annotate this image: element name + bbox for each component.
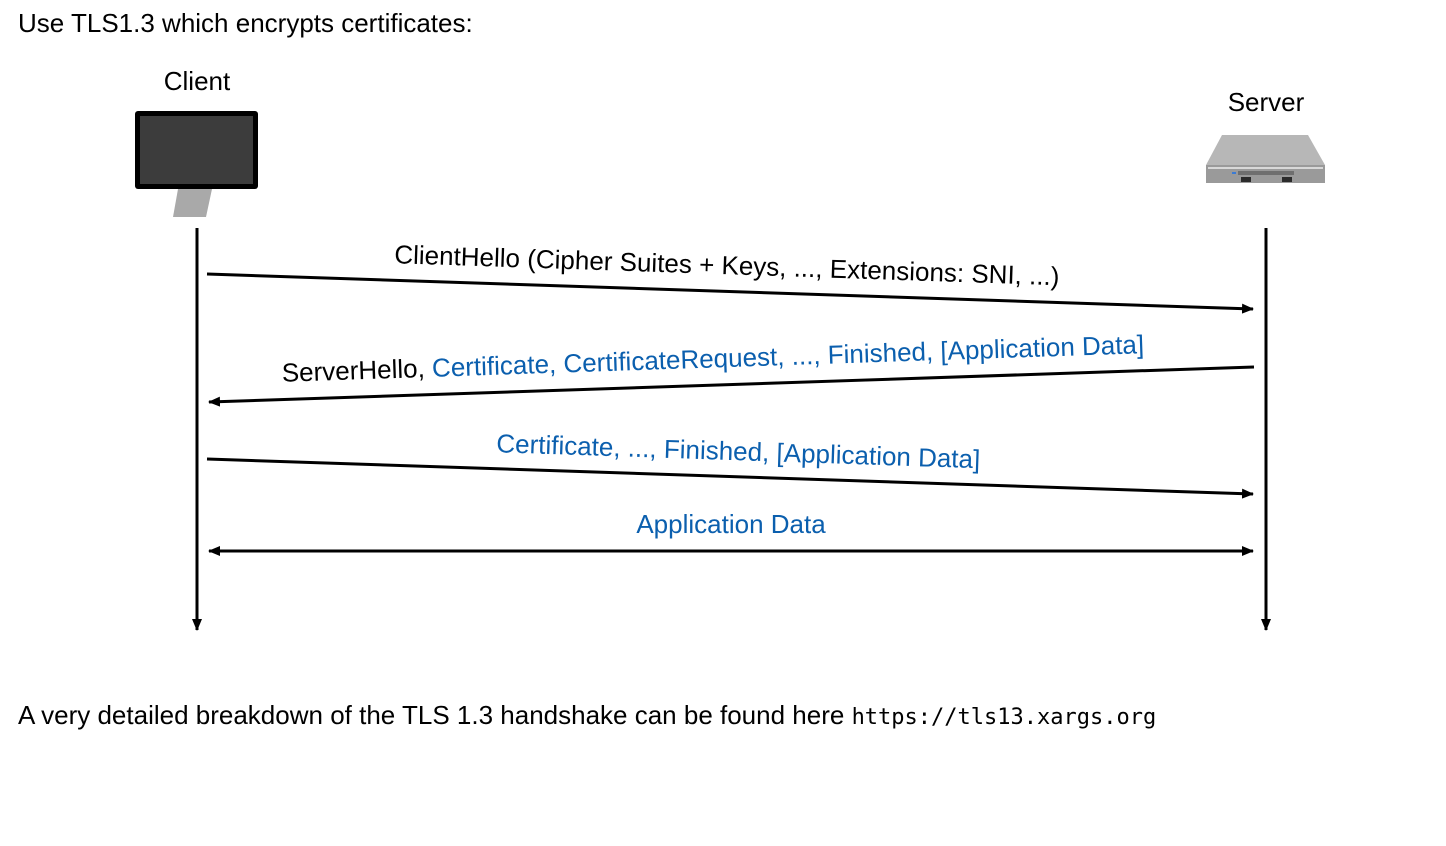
footer-note: A very detailed breakdown of the TLS 1.3… [18, 700, 1156, 731]
application-data-label: Application Data [636, 509, 826, 539]
client-finished-encrypted-text: Certificate, ..., Finished, [Application… [496, 428, 981, 474]
monitor-icon [135, 111, 258, 217]
client-label: Client [164, 66, 231, 96]
footer-text: A very detailed breakdown of the TLS 1.3… [18, 700, 852, 730]
client-finished-label: Certificate, ..., Finished, [Application… [460, 427, 1003, 475]
server-hello-plain-text: ServerHello, [281, 353, 432, 388]
tls13-xargs-link[interactable]: https://tls13.xargs.org [852, 705, 1157, 730]
server-hello-label: ServerHello, Certificate, CertificateReq… [245, 328, 1166, 389]
rack-server-icon [1206, 135, 1325, 183]
server-label: Server [1228, 87, 1305, 117]
